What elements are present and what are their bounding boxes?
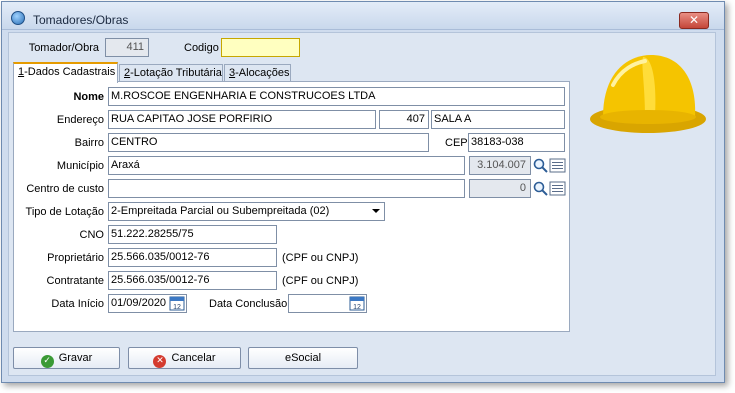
check-icon: ✓ [40,355,54,368]
centro-custo-field[interactable] [108,179,465,198]
endereco-field[interactable]: RUA CAPITAO JOSE PORFIRIO [108,110,376,129]
data-inicio-label: Data Início [51,298,104,310]
cancel-icon: ✕ [153,355,167,368]
centro-custo-list-icon[interactable] [549,180,566,197]
title-bar[interactable]: Tomadores/Obras ✕ [2,2,724,30]
calendar-day-text: 12 [173,304,181,311]
nome-field[interactable]: M.ROSCOE ENGENHARIA E CONSTRUCOES LTDA [108,87,565,106]
calendar-day-text: 12 [353,304,361,311]
proprietario-label: Proprietário [47,252,104,264]
esocial-button[interactable]: eSocial [248,347,358,369]
contratante-label: Contratante [46,275,104,287]
form-area: Tomador/Obra 411 Codigo 1-Dados Cadastra… [8,32,716,376]
numero-field[interactable]: 407 [379,110,429,129]
codigo-field[interactable] [221,38,300,57]
centro-custo-label: Centro de custo [26,183,104,195]
municipio-search-icon[interactable] [532,157,549,174]
tab-1-label: -Dados Cadastrais [24,66,116,78]
tomadores-window: Tomadores/Obras ✕ Tomador/Obra 411 Codig… [1,1,725,383]
complemento-field[interactable]: SALA A [431,110,565,129]
bairro-label: Bairro [74,137,104,149]
municipio-list-icon[interactable] [549,157,566,174]
cno-field[interactable]: 51.222.28255/75 [108,225,277,244]
cep-label: CEP [445,137,468,149]
proprietario-field[interactable]: 25.566.035/0012-76 [108,248,277,267]
esocial-label: eSocial [284,352,322,364]
bairro-field[interactable]: CENTRO [108,133,429,152]
proprietario-hint: (CPF ou CNPJ) [282,252,359,264]
tipo-lotacao-select[interactable]: 2-Empreitada Parcial ou Subempreitada (0… [108,202,385,221]
tab-2-label: -Lotação Tributária [130,67,222,79]
centro-custo-search-icon[interactable] [532,180,549,197]
nome-label: Nome [73,91,104,103]
app-icon [11,11,25,25]
cep-field[interactable]: 38183-038 [468,133,565,152]
tipo-lotacao-label: Tipo de Lotação [25,206,104,218]
gravar-label: Gravar [58,352,93,364]
data-conclusao-label: Data Conclusão [209,298,288,310]
tomador-field: 411 [105,38,149,57]
cancelar-label: Cancelar [171,352,216,364]
municipio-code-field: 3.104.007 [469,156,531,175]
data-conclusao-calendar-icon[interactable]: 12 [349,295,365,311]
window-title: Tomadores/Obras [33,13,129,27]
centro-custo-code-field: 0 [469,179,531,198]
tab-dados-cadastrais[interactable]: 1-Dados Cadastrais [13,62,118,83]
tab-lotacao-tributaria[interactable]: 2-Lotação Tributária [119,64,223,82]
close-button[interactable]: ✕ [679,12,709,29]
tipo-lotacao-value: 2-Empreitada Parcial ou Subempreitada (0… [111,205,330,217]
municipio-label: Município [56,160,104,172]
tomador-label: Tomador/Obra [28,42,99,54]
tab-3-label: -Alocações [235,67,290,79]
codigo-label: Codigo [184,42,219,54]
endereco-label: Endereço [56,114,104,126]
dados-cadastrais-panel: Nome M.ROSCOE ENGENHARIA E CONSTRUCOES L… [13,81,570,332]
dropdown-arrow-icon [372,209,380,213]
tab-alocacoes[interactable]: 3-Alocações [224,64,291,82]
data-inicio-calendar-icon[interactable]: 12 [169,295,185,311]
hard-hat-icon [590,55,706,133]
gravar-button[interactable]: ✓ Gravar [13,347,120,369]
contratante-hint: (CPF ou CNPJ) [282,275,359,287]
contratante-field[interactable]: 25.566.035/0012-76 [108,271,277,290]
cno-label: CNO [79,229,104,241]
municipio-field[interactable]: Araxá [108,156,465,175]
cancelar-button[interactable]: ✕ Cancelar [128,347,241,369]
